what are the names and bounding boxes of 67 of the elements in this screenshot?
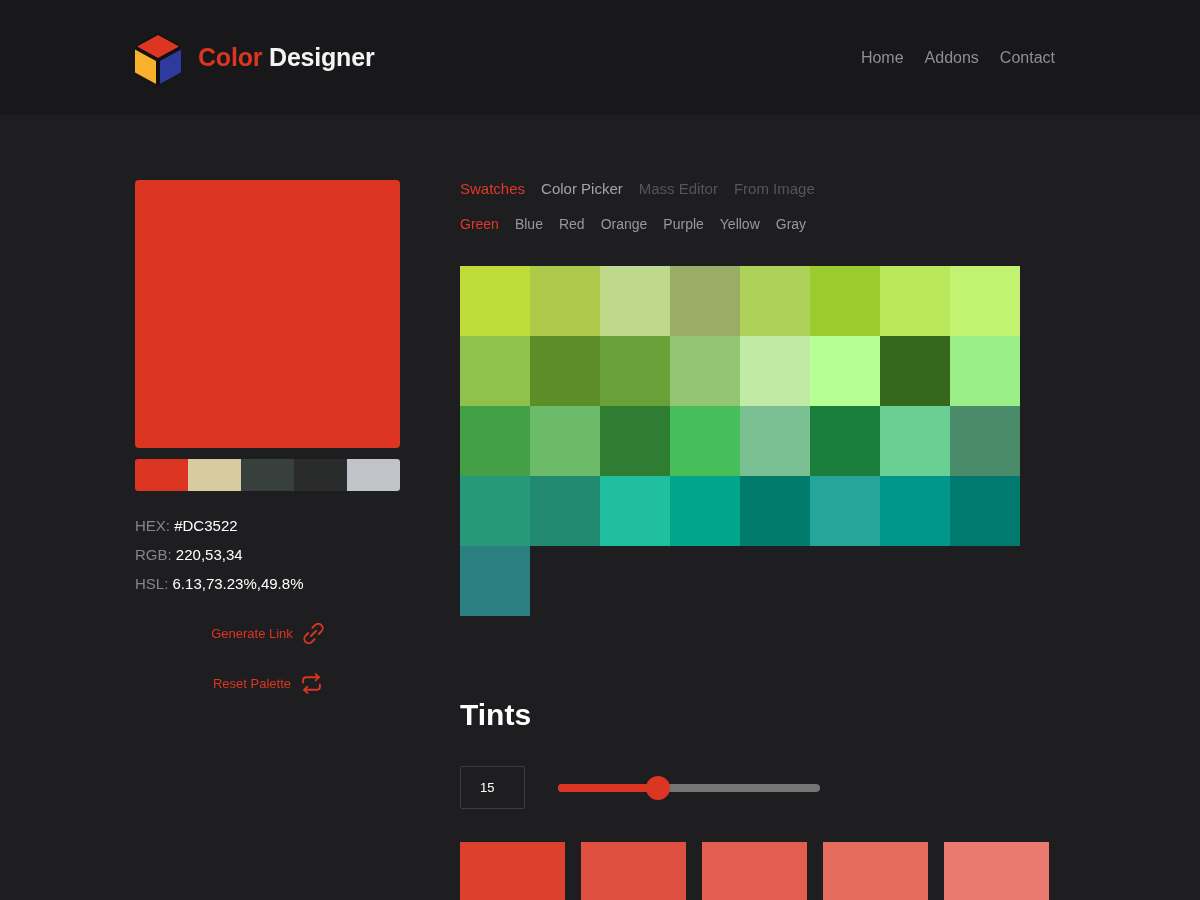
color-swatch[interactable] <box>460 476 530 546</box>
color-code-text: HEX: #DC3522 <box>135 516 238 536</box>
color-swatch[interactable] <box>950 336 1020 406</box>
color-swatch[interactable] <box>740 476 810 546</box>
color-swatch[interactable] <box>880 336 950 406</box>
color-swatch[interactable] <box>460 266 530 336</box>
amount-input[interactable]: 15 <box>460 766 525 809</box>
color-swatch[interactable] <box>460 406 530 476</box>
color-swatch[interactable] <box>810 336 880 406</box>
color-group-tab[interactable]: Orange <box>600 215 648 233</box>
nav-link[interactable]: Contact <box>999 48 1055 67</box>
color-code-text: HSL: 6.13,73.23%,49.8% <box>135 574 304 594</box>
color-swatch[interactable] <box>530 266 600 336</box>
color-swatch[interactable] <box>880 476 950 546</box>
color-swatch[interactable] <box>950 266 1020 336</box>
color-swatch[interactable] <box>740 266 810 336</box>
color-swatch[interactable] <box>530 406 600 476</box>
tint-swatch[interactable] <box>581 842 686 900</box>
color-swatch[interactable] <box>530 476 600 546</box>
color-swatch[interactable] <box>600 336 670 406</box>
color-swatch[interactable] <box>670 266 740 336</box>
nav-link[interactable]: Home <box>860 48 904 67</box>
tab[interactable]: Color Picker <box>541 180 623 198</box>
color-swatch[interactable] <box>740 336 810 406</box>
color-group-tab[interactable]: Red <box>558 215 585 233</box>
color-swatch[interactable] <box>810 266 880 336</box>
color-swatch[interactable] <box>600 406 670 476</box>
color-swatch[interactable] <box>670 336 740 406</box>
color-swatch[interactable] <box>880 406 950 476</box>
color-swatch[interactable] <box>810 406 880 476</box>
cube-icon[interactable] <box>135 32 181 86</box>
repeat-icon <box>301 672 322 694</box>
color-group-tab[interactable]: Yellow <box>719 215 760 233</box>
palette-swatch[interactable] <box>294 459 347 491</box>
color-swatch[interactable] <box>460 336 530 406</box>
color-group-tab[interactable]: Blue <box>514 215 543 233</box>
color-swatch[interactable] <box>460 546 530 616</box>
color-swatch[interactable] <box>670 406 740 476</box>
tint-swatch[interactable] <box>460 842 565 900</box>
section-heading: Tints <box>460 697 532 733</box>
tint-swatch[interactable] <box>944 842 1049 900</box>
color-group-tab[interactable]: Purple <box>663 215 704 233</box>
slider-thumb[interactable] <box>645 775 670 800</box>
color-swatch[interactable] <box>880 266 950 336</box>
link-icon <box>302 622 324 644</box>
palette-swatch[interactable] <box>188 459 241 491</box>
palette-swatch[interactable] <box>241 459 294 491</box>
nav-link[interactable]: Addons <box>924 48 979 67</box>
palette-swatch[interactable] <box>347 459 400 491</box>
tint-swatch[interactable] <box>823 842 928 900</box>
tab[interactable]: Swatches <box>460 180 526 198</box>
color-group-tab[interactable]: Green <box>460 215 499 233</box>
color-swatch[interactable] <box>600 266 670 336</box>
color-swatch[interactable] <box>950 476 1020 546</box>
logo-text[interactable]: Color Designer <box>198 43 375 72</box>
reset-palette-button[interactable]: Reset Palette <box>212 671 322 695</box>
color-swatch[interactable] <box>670 476 740 546</box>
color-swatch[interactable] <box>810 476 880 546</box>
color-group-tab[interactable]: Gray <box>775 215 807 233</box>
color-swatch[interactable] <box>600 476 670 546</box>
color-code-text: RGB: 220,53,34 <box>135 545 243 565</box>
color-swatch[interactable] <box>950 406 1020 476</box>
color-swatch[interactable] <box>740 406 810 476</box>
color-swatch[interactable] <box>530 336 600 406</box>
generate-link-button[interactable]: Generate Link <box>211 621 324 645</box>
tint-swatch[interactable] <box>702 842 807 900</box>
palette-swatch[interactable] <box>135 459 188 491</box>
